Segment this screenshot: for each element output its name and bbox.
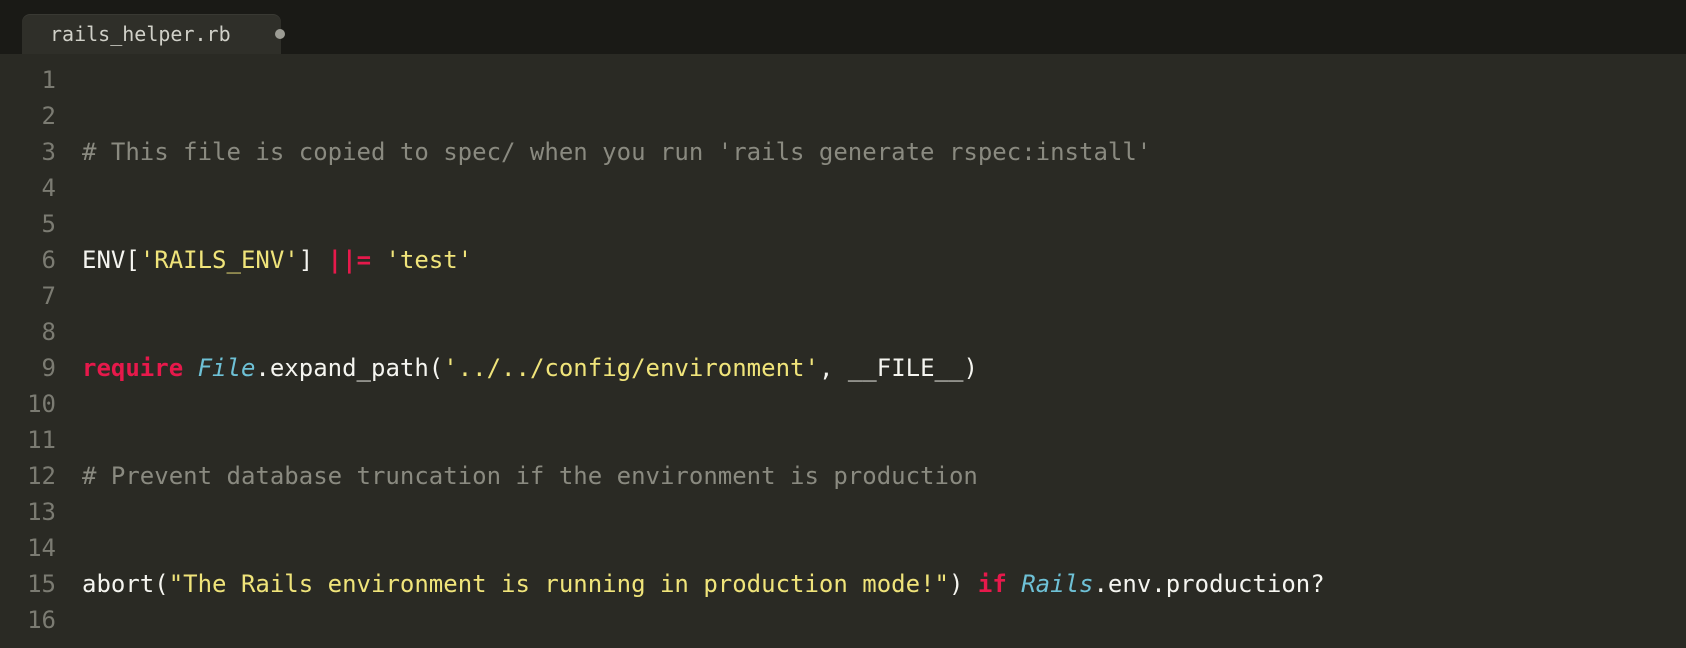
line-number: 12 bbox=[0, 458, 70, 494]
line-number: 8 bbox=[0, 314, 70, 350]
line-number: 7 bbox=[0, 278, 70, 314]
code-line: abort("The Rails environment is running … bbox=[82, 566, 1686, 602]
code-line: # Prevent database truncation if the env… bbox=[82, 458, 1686, 494]
line-number: 1 bbox=[0, 62, 70, 98]
line-number: 11 bbox=[0, 422, 70, 458]
tab-rails-helper[interactable]: rails_helper.rb bbox=[22, 14, 281, 54]
code-line: require File.expand_path('../../config/e… bbox=[82, 350, 1686, 386]
code-line: ENV['RAILS_ENV'] ||= 'test' bbox=[82, 242, 1686, 278]
line-number-gutter: 1 2 3 4 5 6 7 8 9 10 11 12 13 14 15 16 bbox=[0, 54, 70, 648]
line-number: 6 bbox=[0, 242, 70, 278]
line-number: 9 bbox=[0, 350, 70, 386]
line-number: 10 bbox=[0, 386, 70, 422]
line-number: 3 bbox=[0, 134, 70, 170]
editor: 1 2 3 4 5 6 7 8 9 10 11 12 13 14 15 16 #… bbox=[0, 54, 1686, 648]
dirty-indicator-icon bbox=[275, 29, 285, 39]
line-number: 5 bbox=[0, 206, 70, 242]
line-number: 14 bbox=[0, 530, 70, 566]
tab-filename: rails_helper.rb bbox=[50, 22, 231, 46]
line-number: 16 bbox=[0, 602, 70, 638]
line-number: 13 bbox=[0, 494, 70, 530]
line-number: 2 bbox=[0, 98, 70, 134]
code-area[interactable]: # This file is copied to spec/ when you … bbox=[70, 54, 1686, 648]
code-line: # This file is copied to spec/ when you … bbox=[82, 134, 1686, 170]
window-topbar bbox=[0, 0, 1686, 8]
line-number: 15 bbox=[0, 566, 70, 602]
tab-bar: rails_helper.rb bbox=[0, 8, 1686, 54]
line-number: 4 bbox=[0, 170, 70, 206]
